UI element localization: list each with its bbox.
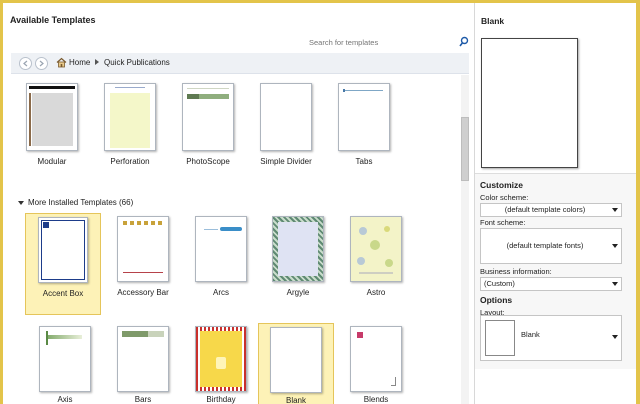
template-accent-box[interactable]: Accent Box: [25, 213, 101, 315]
breadcrumb-separator-icon: [95, 59, 99, 65]
dropdown-arrow-icon[interactable]: [612, 282, 618, 286]
template-label: Argyle: [286, 288, 310, 297]
search-icon[interactable]: [458, 36, 470, 48]
template-thumbnail: [38, 217, 88, 283]
template-photoscope[interactable]: PhotoScope: [170, 83, 246, 173]
font-scheme-value: (default template fonts): [506, 241, 584, 250]
color-scheme-select[interactable]: (default template colors): [480, 203, 622, 217]
dropdown-arrow-icon[interactable]: [612, 244, 618, 248]
options-heading: Options: [480, 295, 513, 305]
template-label: Perforation: [110, 157, 150, 166]
color-scheme-label: Color scheme:: [480, 193, 529, 202]
template-bars[interactable]: Bars: [105, 324, 181, 404]
template-preview: [481, 38, 578, 168]
selected-template-title: Blank: [481, 16, 505, 26]
search-box[interactable]: [306, 35, 470, 49]
template-modular[interactable]: Modular: [14, 83, 90, 173]
section-title: More Installed Templates (66): [28, 198, 134, 207]
template-label: PhotoScope: [186, 157, 230, 166]
template-arcs[interactable]: Arcs: [183, 213, 259, 313]
breadcrumb-current[interactable]: Quick Publications: [104, 58, 170, 67]
template-label: Bars: [134, 395, 152, 404]
font-scheme-select[interactable]: (default template fonts): [480, 228, 622, 264]
template-label: Blank: [285, 396, 306, 404]
template-thumbnail: [117, 216, 169, 282]
template-tabs[interactable]: Tabs: [326, 83, 402, 173]
back-button[interactable]: [19, 57, 32, 70]
customize-pane-footer: [475, 369, 636, 404]
breadcrumb: Home Quick Publications: [11, 53, 469, 74]
template-thumbnail: [272, 216, 324, 282]
template-astro[interactable]: Astro: [338, 213, 414, 313]
template-thumbnail: [104, 83, 156, 151]
template-label: Tabs: [355, 157, 373, 166]
breadcrumb-home[interactable]: Home: [69, 58, 90, 67]
template-label: Accent Box: [42, 289, 84, 298]
template-label: Astro: [366, 288, 386, 297]
template-argyle[interactable]: Argyle: [260, 213, 336, 313]
template-thumbnail: [195, 326, 247, 392]
arrow-left-icon: [23, 60, 28, 67]
template-thumbnail: [260, 83, 312, 151]
template-label: Blends: [363, 395, 389, 404]
template-label: Simple Divider: [260, 157, 312, 166]
template-axis[interactable]: Axis: [27, 324, 103, 404]
template-accessory-bar[interactable]: Accessory Bar: [105, 213, 181, 313]
customize-heading: Customize: [480, 180, 523, 190]
business-info-value: (Custom): [484, 279, 515, 288]
customize-pane: Blank Customize Color scheme: (default t…: [474, 3, 636, 404]
home-icon[interactable]: [56, 57, 67, 70]
business-info-label: Business information:: [480, 267, 552, 276]
forward-button[interactable]: [35, 57, 48, 70]
template-simple-divider[interactable]: Simple Divider: [248, 83, 324, 173]
font-scheme-label: Font scheme:: [480, 218, 526, 227]
template-thumbnail: [350, 326, 402, 392]
color-scheme-value: (default template colors): [504, 205, 586, 214]
page-title: Available Templates: [10, 15, 96, 25]
template-label: Birthday: [206, 395, 236, 404]
template-thumbnail: [338, 83, 390, 151]
template-thumbnail: [26, 83, 78, 151]
template-label: Axis: [57, 395, 73, 404]
layout-select[interactable]: Blank: [480, 315, 622, 361]
template-thumbnail: [117, 326, 169, 392]
layout-thumbnail: [485, 320, 515, 356]
arrow-right-icon: [39, 60, 44, 67]
template-thumbnail: [182, 83, 234, 151]
scrollbar-thumb[interactable]: [461, 117, 469, 181]
template-label: Accessory Bar: [117, 288, 169, 297]
collapse-arrow-icon[interactable]: [18, 201, 24, 205]
layout-value: Blank: [521, 330, 540, 339]
search-input[interactable]: [306, 35, 459, 49]
template-label: Arcs: [213, 288, 229, 297]
dropdown-arrow-icon[interactable]: [612, 335, 618, 339]
template-thumbnail: [195, 216, 247, 282]
available-templates-pane: Available Templates Home Quick Publicati…: [3, 3, 473, 404]
template-perforation[interactable]: Perforation: [92, 83, 168, 173]
template-blank[interactable]: Blank: [258, 323, 334, 404]
publisher-window: Available Templates Home Quick Publicati…: [3, 3, 636, 404]
template-thumbnail: [350, 216, 402, 282]
template-birthday[interactable]: Birthday: [183, 324, 259, 404]
business-info-select[interactable]: (Custom): [480, 277, 622, 291]
template-blends[interactable]: Blends: [338, 324, 414, 404]
template-thumbnail: [270, 327, 322, 393]
template-label: Modular: [37, 157, 67, 166]
template-thumbnail: [39, 326, 91, 392]
dropdown-arrow-icon[interactable]: [612, 208, 618, 212]
